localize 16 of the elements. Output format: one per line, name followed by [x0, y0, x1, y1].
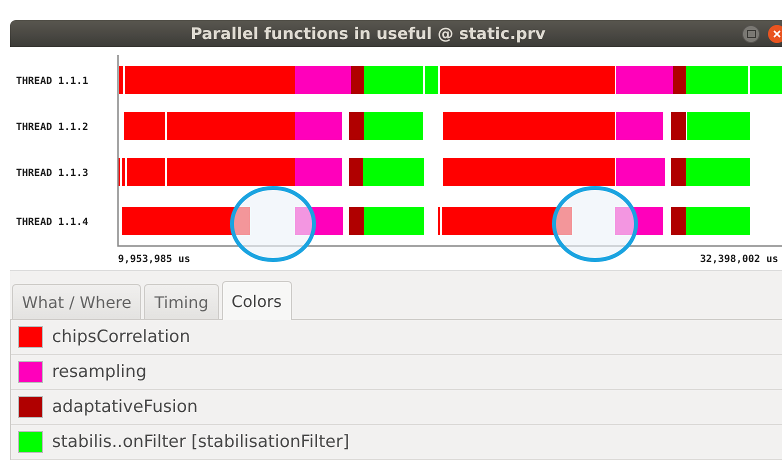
thread-label: THREAD 1.1.1 — [16, 76, 88, 87]
tab[interactable]: Colors — [222, 281, 292, 320]
maximize-icon[interactable] — [742, 24, 760, 42]
close-icon[interactable] — [768, 24, 782, 42]
thread-label: THREAD 1.1.4 — [16, 217, 88, 228]
function-name: stabilis..onFilter [stabilisationFilter] — [52, 432, 350, 452]
function-name: resampling — [52, 362, 147, 382]
function-name: adaptativeFusion — [52, 397, 198, 417]
function-name: chipsCorrelation — [52, 327, 190, 347]
tab[interactable]: Timing — [144, 284, 219, 319]
thread-label: THREAD 1.1.3 — [16, 168, 88, 179]
tab[interactable]: What / Where — [12, 284, 142, 319]
window-title: Parallel functions in useful @ static.prv — [189, 24, 547, 43]
start-time-label: 9,953,985 us — [118, 254, 190, 265]
end-time-label: 32,398,002 us — [700, 254, 778, 265]
thread-label: THREAD 1.1.2 — [16, 122, 88, 133]
